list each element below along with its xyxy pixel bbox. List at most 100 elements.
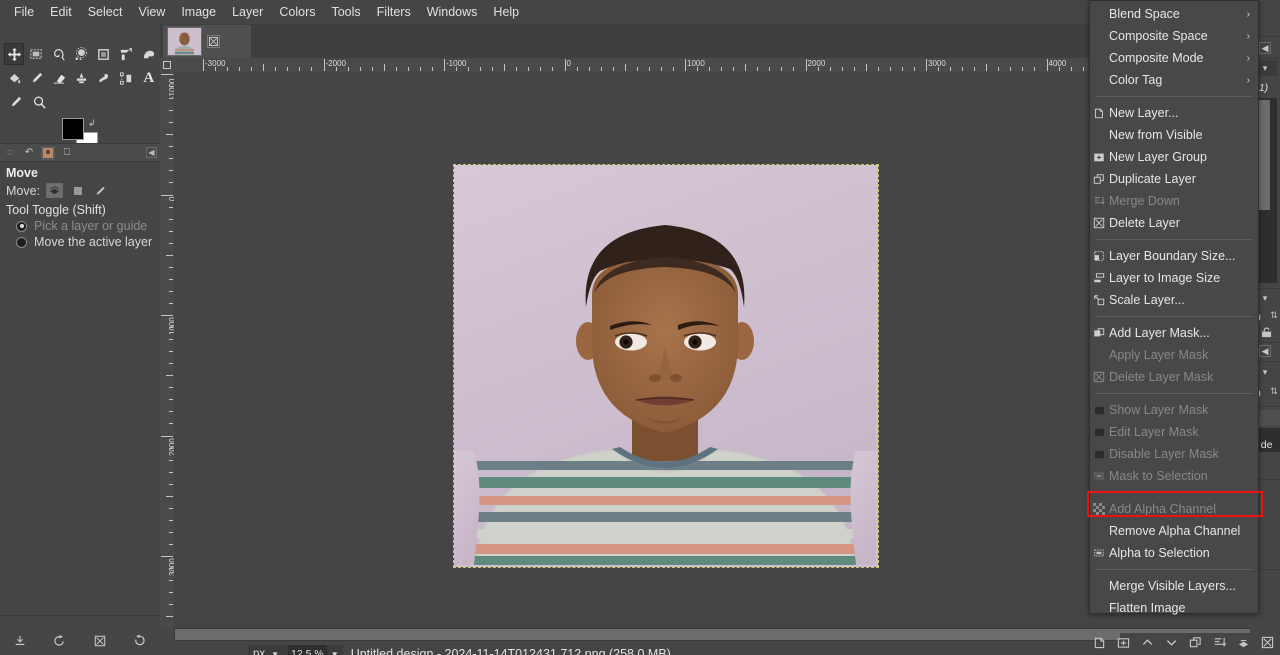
menu-item-scale-layer[interactable]: Scale Layer...: [1090, 289, 1258, 311]
image-statusbar: px ▼ 12.5 % ▼ Untitled design - 2024-11-…: [160, 641, 1280, 655]
mode-dropdown-3[interactable]: ▾: [1258, 366, 1272, 378]
move-selection-mode-button[interactable]: [69, 183, 86, 198]
menu-help[interactable]: Help: [485, 2, 527, 22]
layers-list-scrollbar[interactable]: [1259, 100, 1270, 210]
menu-item-delete-layer[interactable]: Delete Layer: [1090, 212, 1258, 234]
menu-item-remove-alpha-channel[interactable]: Remove Alpha Channel: [1090, 520, 1258, 542]
radio-move-active-layer[interactable]: Move the active layer: [0, 234, 160, 250]
vertical-ruler[interactable]: -1000010002000300040005000: [160, 72, 174, 628]
menu-item-layer-boundary-size[interactable]: Layer Boundary Size...: [1090, 245, 1258, 267]
save-tool-options-icon[interactable]: [14, 635, 26, 650]
dock-menu-button[interactable]: ◀: [146, 147, 157, 158]
image-tab[interactable]: [163, 25, 251, 58]
zoom-input[interactable]: 12.5 %: [288, 644, 327, 655]
blend-mode-dropdown[interactable]: ▾: [1258, 62, 1272, 74]
menu-item-no-icon: [1092, 524, 1106, 538]
undo-history-tab-icon[interactable]: ↶: [22, 146, 36, 160]
menu-item-label: Composite Mode: [1109, 51, 1204, 65]
device-status-tab-icon[interactable]: ⎕: [60, 146, 74, 160]
paintbrush-tool[interactable]: [26, 67, 46, 89]
smudge-tool[interactable]: [71, 67, 91, 89]
menu-item-new-layer-group[interactable]: New Layer Group: [1090, 146, 1258, 168]
spin-up-down-2[interactable]: ⇅: [1270, 384, 1278, 398]
menu-item-duplicate-layer[interactable]: Duplicate Layer: [1090, 168, 1258, 190]
delete-layer-icon[interactable]: [1261, 636, 1274, 652]
checkbox-icon: [1092, 447, 1106, 461]
move-path-mode-button[interactable]: [92, 183, 109, 198]
menu-select[interactable]: Select: [80, 2, 131, 22]
menu-item-label: New from Visible: [1109, 128, 1203, 142]
menu-windows[interactable]: Windows: [419, 2, 486, 22]
lock-icon[interactable]: [1259, 326, 1273, 338]
duplicate-layer-icon[interactable]: [1189, 636, 1202, 652]
fuzzy-select-tool[interactable]: [71, 43, 91, 65]
menu-item-no-icon: [1092, 73, 1106, 87]
mode-dropdown-2[interactable]: ▾: [1258, 292, 1272, 304]
zoom-dropdown-button[interactable]: ▼: [326, 644, 343, 655]
move-layer-mode-button[interactable]: [46, 183, 64, 198]
menu-item-composite-space[interactable]: Composite Space ›: [1090, 25, 1258, 47]
crop-tool[interactable]: [94, 43, 114, 65]
free-select-tool[interactable]: [49, 43, 69, 65]
menu-image[interactable]: Image: [173, 2, 224, 22]
menu-tools[interactable]: Tools: [323, 2, 368, 22]
menu-item-flatten-image[interactable]: Flatten Image: [1090, 597, 1258, 619]
delete-tool-options-icon[interactable]: [94, 635, 106, 650]
new-layer-icon: [1092, 106, 1106, 120]
spin-up-down-1[interactable]: ⇅: [1270, 308, 1278, 322]
tool-options-tab-icon[interactable]: ◌: [3, 146, 17, 160]
merge-down-icon[interactable]: [1213, 636, 1227, 652]
menu-layer[interactable]: Layer: [224, 2, 271, 22]
swap-colors-icon[interactable]: ↲: [88, 118, 96, 129]
restore-tool-options-icon[interactable]: [53, 634, 66, 650]
dock-collapse-button-2[interactable]: ◀: [1259, 345, 1271, 357]
foreground-color-swatch[interactable]: [62, 118, 84, 140]
reset-tool-options-icon[interactable]: [133, 634, 146, 650]
raise-layer-icon[interactable]: [1141, 636, 1154, 652]
canvas-image-layer[interactable]: [453, 164, 879, 568]
menu-filters[interactable]: Filters: [369, 2, 419, 22]
tool-options-buttons-bar: [0, 615, 160, 655]
unit-selector[interactable]: px ▼: [248, 644, 288, 655]
tool-options-title: Move: [6, 166, 38, 180]
menu-edit[interactable]: Edit: [42, 2, 80, 22]
menu-view[interactable]: View: [130, 2, 173, 22]
images-tab-icon[interactable]: [41, 145, 55, 160]
text-tool[interactable]: A: [139, 67, 159, 89]
rect-select-tool[interactable]: [26, 43, 46, 65]
menu-item-label: Scale Layer...: [1109, 293, 1185, 307]
new-layer-group-icon[interactable]: [1117, 636, 1130, 652]
warp-tool[interactable]: [139, 43, 159, 65]
menu-item-color-tag[interactable]: Color Tag ›: [1090, 69, 1258, 91]
bucket-fill-tool[interactable]: [4, 67, 24, 89]
menu-item-label: Delete Layer Mask: [1109, 370, 1214, 384]
move-tool[interactable]: [4, 43, 25, 65]
paths-tool[interactable]: [116, 67, 136, 89]
menu-item-blend-space[interactable]: Blend Space ›: [1090, 3, 1258, 25]
menu-file[interactable]: File: [6, 2, 42, 22]
clone-tool[interactable]: [94, 67, 114, 89]
color-picker-tool[interactable]: [4, 91, 26, 113]
lower-layer-icon[interactable]: [1165, 636, 1178, 652]
menu-item-label: New Layer...: [1109, 106, 1179, 120]
menu-item-composite-mode[interactable]: Composite Mode ›: [1090, 47, 1258, 69]
menu-item-no-icon: [1092, 348, 1106, 362]
eraser-tool[interactable]: [49, 67, 69, 89]
menu-item-layer-to-image-size[interactable]: Layer to Image Size: [1090, 267, 1258, 289]
layer-menu-popup[interactable]: Blend Space › Composite Space › Composite Mo…: [1089, 0, 1259, 615]
menu-item-merge-visible-layers[interactable]: Merge Visible Layers...: [1090, 575, 1258, 597]
transform-tool[interactable]: [116, 43, 136, 65]
menu-item-new-from-visible[interactable]: New from Visible: [1090, 124, 1258, 146]
menu-colors[interactable]: Colors: [271, 2, 323, 22]
close-tab-icon[interactable]: [207, 35, 220, 48]
anchor-layer-icon[interactable]: [1237, 636, 1250, 652]
zoom-tool[interactable]: [28, 91, 50, 113]
dock-collapse-button[interactable]: ◀: [1259, 42, 1271, 54]
ruler-origin-button[interactable]: [160, 58, 174, 72]
new-layer-icon[interactable]: [1093, 636, 1106, 652]
radio-pick-layer-or-guide[interactable]: Pick a layer or guide: [0, 218, 160, 234]
menu-item-add-layer-mask[interactable]: Add Layer Mask...: [1090, 322, 1258, 344]
menu-item-new-layer[interactable]: New Layer...: [1090, 102, 1258, 124]
delete-layer-mask-icon: [1092, 370, 1106, 384]
menu-item-alpha-to-selection[interactable]: Alpha to Selection: [1090, 542, 1258, 564]
